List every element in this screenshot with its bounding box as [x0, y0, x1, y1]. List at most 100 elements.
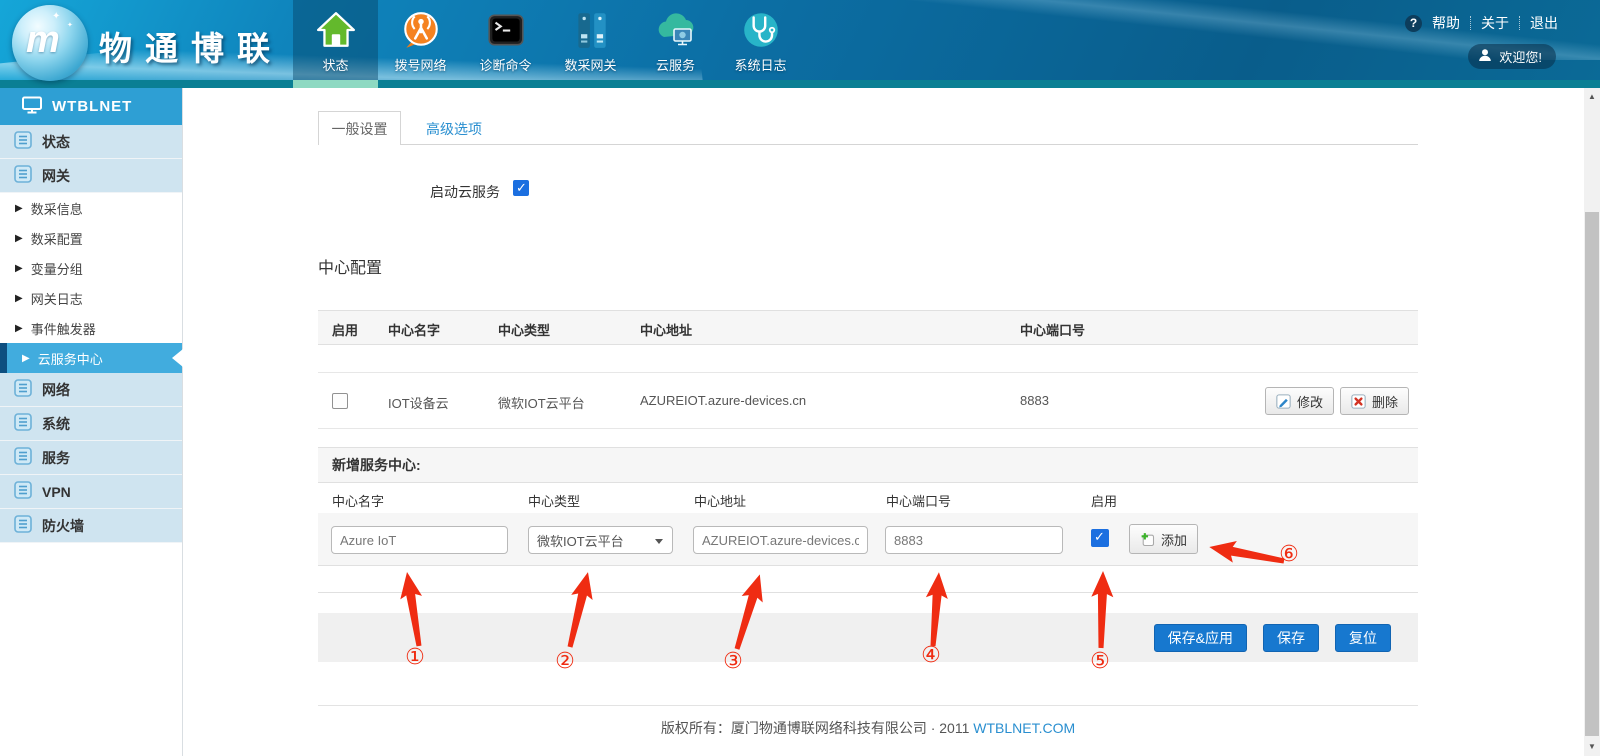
copyright-text: 版权所有：厦门物通博联网络科技有限公司 · 2011: [661, 720, 970, 736]
home-icon: [315, 7, 357, 53]
divider: [1519, 16, 1520, 30]
col-name: 中心名字: [388, 320, 440, 339]
nav-item-system-log[interactable]: 系统日志: [718, 0, 803, 88]
sidebar-item-label: VPN: [42, 484, 71, 500]
list-icon: [14, 131, 32, 152]
nav-item-dialup-network[interactable]: 拨号网络: [378, 0, 463, 88]
center-type-select[interactable]: 微软IOT云平台: [528, 526, 673, 554]
caret-right-icon: ▶: [15, 263, 23, 274]
col-port: 中心端口号: [1020, 320, 1085, 339]
save-button[interactable]: 保存: [1263, 624, 1319, 652]
sidebar-item-data-info[interactable]: ▶ 数采信息: [0, 193, 182, 223]
logout-link[interactable]: 退出: [1530, 13, 1558, 33]
sidebar-item-label: 云服务中心: [38, 349, 103, 368]
sidebar-item-label: 网关日志: [31, 289, 83, 308]
scrollbar-thumb[interactable]: [1585, 212, 1599, 736]
sidebar-item-label: 网络: [42, 380, 70, 400]
nav-item-diagnostic-command[interactable]: 诊断命令: [463, 0, 548, 88]
page: m ✦ ✦ 物通博联 状态 拨号网络 诊断命令: [0, 0, 1600, 756]
sidebar-item-data-config[interactable]: ▶ 数采配置: [0, 223, 182, 253]
sidebar-item-label: 服务: [42, 448, 70, 468]
monitor-icon: [22, 96, 42, 118]
gateway-icon: [570, 7, 612, 53]
tab-general-settings[interactable]: 一般设置: [318, 111, 401, 145]
label-enable: 启用: [1091, 491, 1117, 510]
divider: [1470, 16, 1471, 30]
sidebar-item-firewall[interactable]: 防火墙: [0, 509, 182, 543]
center-name-input[interactable]: [331, 526, 508, 554]
sidebar-item-vpn[interactable]: VPN: [0, 475, 182, 509]
vertical-scrollbar[interactable]: ▲ ▼: [1584, 88, 1600, 756]
label-type: 中心类型: [528, 491, 580, 510]
list-icon: [14, 165, 32, 186]
table-row: IOT设备云 微软IOT云平台 AZUREIOT.azure-devices.c…: [318, 372, 1418, 429]
reset-button[interactable]: 复位: [1335, 624, 1391, 652]
add-enable-checkbox[interactable]: [1091, 529, 1109, 547]
enable-cloud-label: 启动云服务: [373, 182, 500, 202]
logo-sparkle: ✦: [52, 11, 60, 22]
nav-item-cloud-service[interactable]: 云服务: [633, 0, 718, 88]
center-config-title: 中心配置: [318, 254, 382, 278]
footer-divider: [318, 705, 1418, 706]
main-content: 一般设置 高级选项 启动云服务 中心配置 启用 中心名字 中心类型 中心地址 中…: [183, 88, 1584, 756]
help-link[interactable]: 帮助: [1432, 13, 1460, 33]
nav-item-label: 云服务: [656, 55, 695, 74]
header: m ✦ ✦ 物通博联 状态 拨号网络 诊断命令: [0, 0, 1600, 88]
nav-item-label: 诊断命令: [479, 55, 531, 74]
nav-item-label: 系统日志: [734, 55, 786, 74]
sidebar-item-gateway[interactable]: 网关: [0, 159, 182, 193]
sidebar-item-label: 状态: [42, 132, 70, 152]
sidebar-item-gateway-log[interactable]: ▶ 网关日志: [0, 283, 182, 313]
row-port: 8883: [1020, 393, 1049, 408]
sidebar-item-label: 数采信息: [31, 199, 83, 218]
question-icon: ?: [1405, 15, 1422, 32]
caret-right-icon: ▶: [15, 293, 23, 304]
brand-logo: m ✦ ✦: [12, 5, 88, 81]
sidebar-item-variable-group[interactable]: ▶ 变量分组: [0, 253, 182, 283]
action-bar: 保存&应用 保存 复位: [318, 613, 1418, 662]
scroll-down-icon[interactable]: ▼: [1584, 740, 1600, 754]
enable-cloud-checkbox[interactable]: [513, 180, 529, 196]
list-icon: [14, 515, 32, 536]
label-name: 中心名字: [332, 491, 384, 510]
center-port-input[interactable]: [885, 526, 1063, 554]
sidebar-item-label: 变量分组: [31, 259, 83, 278]
tab-underline: [318, 144, 1418, 145]
caret-right-icon: ▶: [15, 233, 23, 244]
sidebar-item-system[interactable]: 系统: [0, 407, 182, 441]
sidebar-item-cloud-service-center[interactable]: ▶ 云服务中心: [0, 343, 182, 373]
col-address: 中心地址: [640, 320, 692, 339]
logo-m-glyph: m: [26, 19, 60, 62]
add-center-section-title: 新增服务中心:: [318, 447, 1418, 483]
divider-line: [318, 592, 1418, 593]
about-link[interactable]: 关于: [1481, 13, 1509, 33]
add-form-labels: 中心名字 中心类型 中心地址 中心端口号 启用: [318, 483, 1418, 513]
add-button[interactable]: 添加: [1129, 524, 1198, 554]
sidebar-title: WTBLNET: [0, 88, 182, 125]
delete-button[interactable]: 删除: [1340, 387, 1409, 415]
sidebar-item-network[interactable]: 网络: [0, 373, 182, 407]
row-name: IOT设备云: [388, 393, 449, 412]
add-button-label: 添加: [1161, 530, 1187, 549]
nav-item-status[interactable]: 状态: [293, 0, 378, 88]
caret-right-icon: ▶: [22, 353, 30, 364]
nav-item-label: 状态: [322, 55, 348, 74]
save-apply-button[interactable]: 保存&应用: [1154, 624, 1247, 652]
edit-button[interactable]: 修改: [1265, 387, 1334, 415]
sidebar-item-service[interactable]: 服务: [0, 441, 182, 475]
top-nav: 状态 拨号网络 诊断命令 数采网关: [293, 0, 803, 88]
row-enable-checkbox[interactable]: [332, 393, 348, 409]
label-address: 中心地址: [694, 491, 746, 510]
wtblnet-link[interactable]: WTBLNET.COM: [973, 720, 1075, 736]
edit-icon: [1276, 394, 1291, 409]
add-icon: [1140, 532, 1155, 547]
row-type: 微软IOT云平台: [498, 393, 585, 412]
welcome-text: 欢迎您!: [1499, 47, 1542, 66]
scroll-up-icon[interactable]: ▲: [1584, 90, 1600, 104]
center-address-input[interactable]: [693, 526, 868, 554]
sidebar-item-status[interactable]: 状态: [0, 125, 182, 159]
tab-advanced-options[interactable]: 高级选项: [426, 119, 482, 139]
sidebar-item-event-trigger[interactable]: ▶ 事件触发器: [0, 313, 182, 343]
nav-item-data-gateway[interactable]: 数采网关: [548, 0, 633, 88]
list-icon: [14, 481, 32, 502]
